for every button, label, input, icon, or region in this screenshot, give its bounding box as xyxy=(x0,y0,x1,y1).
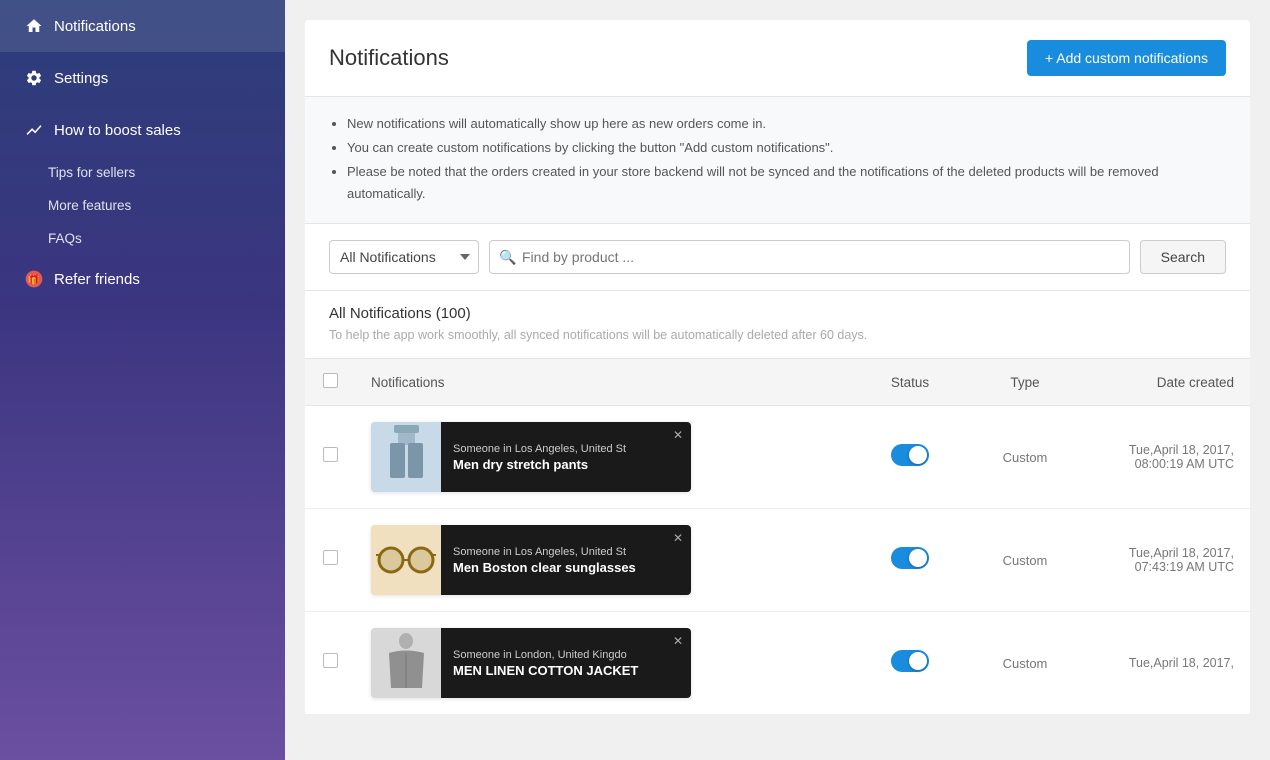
status-toggle-1[interactable] xyxy=(891,444,929,466)
row-checkbox-3-input[interactable] xyxy=(323,653,338,668)
sidebar-settings-label: Settings xyxy=(54,70,108,87)
notification-type-dropdown[interactable]: All Notifications Active Inactive Custom xyxy=(329,240,479,274)
table-row: ✕ Someone in Los Angeles, United St Men … xyxy=(305,406,1250,509)
notification-close-1[interactable]: ✕ xyxy=(673,428,683,442)
toggle-knob-3 xyxy=(909,652,927,670)
sidebar: Notifications Settings How to boost sale… xyxy=(0,0,285,760)
row-date-2: Tue,April 18, 2017,07:43:19 AM UTC xyxy=(1075,509,1250,612)
notification-product-2: Men Boston clear sunglasses xyxy=(453,560,667,575)
row-date-1: Tue,April 18, 2017,08:00:19 AM UTC xyxy=(1075,406,1250,509)
home-icon xyxy=(24,16,44,36)
filter-bar: All Notifications Active Inactive Custom… xyxy=(305,224,1250,291)
row-checkbox-1 xyxy=(305,406,355,509)
notification-image-3 xyxy=(371,628,441,698)
sidebar-sub-more[interactable]: More features xyxy=(0,189,285,222)
row-notification-2: ✕ Someone in Los Angeles, United St Men … xyxy=(355,509,845,612)
count-title: All Notifications (100) xyxy=(329,305,1226,322)
status-toggle-2[interactable] xyxy=(891,547,929,569)
notification-textbox-1: ✕ Someone in Los Angeles, United St Men … xyxy=(441,422,691,492)
sidebar-boost-label: How to boost sales xyxy=(54,122,181,139)
notification-textbox-2: ✕ Someone in Los Angeles, United St Men … xyxy=(441,525,691,595)
row-status-1 xyxy=(845,406,975,509)
row-status-3 xyxy=(845,612,975,715)
refer-label: Refer friends xyxy=(54,271,140,288)
notification-close-2[interactable]: ✕ xyxy=(673,531,683,545)
sidebar-item-boost[interactable]: How to boost sales xyxy=(0,104,285,156)
row-type-3: Custom xyxy=(975,612,1075,715)
table-header: Notifications Status Type Date created xyxy=(305,359,1250,406)
info-box: New notifications will automatically sho… xyxy=(305,96,1250,224)
notification-location-1: Someone in Los Angeles, United St xyxy=(453,443,667,455)
count-section: All Notifications (100) To help the app … xyxy=(305,291,1250,358)
select-all-checkbox[interactable] xyxy=(323,373,338,388)
toggle-knob-1 xyxy=(909,446,927,464)
row-type-2: Custom xyxy=(975,509,1075,612)
info-item-3: Please be noted that the orders created … xyxy=(347,161,1226,205)
row-type-1: Custom xyxy=(975,406,1075,509)
row-checkbox-3 xyxy=(305,612,355,715)
search-icon: 🔍 xyxy=(499,249,516,266)
table-row: ✕ Someone in London, United Kingdo MEN L… xyxy=(305,612,1250,715)
row-checkbox-2-input[interactable] xyxy=(323,550,338,565)
page-title: Notifications xyxy=(329,45,449,71)
notification-location-2: Someone in Los Angeles, United St xyxy=(453,546,667,558)
notification-image-1 xyxy=(371,422,441,492)
th-date-created: Date created xyxy=(1075,359,1250,406)
row-notification-3: ✕ Someone in London, United Kingdo MEN L… xyxy=(355,612,845,715)
notification-preview-1: ✕ Someone in Los Angeles, United St Men … xyxy=(371,422,691,492)
sidebar-notifications-label: Notifications xyxy=(54,18,136,35)
sidebar-item-notifications[interactable]: Notifications xyxy=(0,0,285,52)
chart-icon xyxy=(24,120,44,140)
sidebar-sub-tips[interactable]: Tips for sellers xyxy=(0,156,285,189)
th-type: Type xyxy=(975,359,1075,406)
row-checkbox-2 xyxy=(305,509,355,612)
status-toggle-3[interactable] xyxy=(891,650,929,672)
notification-preview-2: ✕ Someone in Los Angeles, United St Men … xyxy=(371,525,691,595)
gear-icon xyxy=(24,68,44,88)
add-custom-notifications-button[interactable]: + Add custom notifications xyxy=(1027,40,1226,76)
table-body: ✕ Someone in Los Angeles, United St Men … xyxy=(305,406,1250,715)
sync-note: To help the app work smoothly, all synce… xyxy=(329,328,1226,342)
table-row: ✕ Someone in Los Angeles, United St Men … xyxy=(305,509,1250,612)
notification-image-2 xyxy=(371,525,441,595)
th-status: Status xyxy=(845,359,975,406)
sidebar-item-settings[interactable]: Settings xyxy=(0,52,285,104)
info-item-1: New notifications will automatically sho… xyxy=(347,113,1226,135)
notification-product-1: Men dry stretch pants xyxy=(453,457,667,472)
search-wrap: 🔍 xyxy=(489,240,1130,274)
th-notifications: Notifications xyxy=(355,359,845,406)
notification-textbox-3: ✕ Someone in London, United Kingdo MEN L… xyxy=(441,628,691,698)
notifications-card: Notifications + Add custom notifications… xyxy=(305,20,1250,715)
notification-preview-3: ✕ Someone in London, United Kingdo MEN L… xyxy=(371,628,691,698)
page-header: Notifications + Add custom notifications xyxy=(305,20,1250,96)
row-date-3: Tue,April 18, 2017, xyxy=(1075,612,1250,715)
search-button[interactable]: Search xyxy=(1140,240,1226,274)
toggle-knob-2 xyxy=(909,549,927,567)
sidebar-sub-faqs[interactable]: FAQs xyxy=(0,222,285,255)
info-item-2: You can create custom notifications by c… xyxy=(347,137,1226,159)
gift-icon: 🎁 xyxy=(24,269,44,289)
row-status-2 xyxy=(845,509,975,612)
sidebar-refer-friends[interactable]: 🎁 Refer friends xyxy=(0,255,285,303)
main-content: Notifications + Add custom notifications… xyxy=(285,0,1270,760)
th-checkbox xyxy=(305,359,355,406)
row-checkbox-1-input[interactable] xyxy=(323,447,338,462)
notifications-table: Notifications Status Type Date created xyxy=(305,358,1250,715)
notification-close-3[interactable]: ✕ xyxy=(673,634,683,648)
info-list: New notifications will automatically sho… xyxy=(329,113,1226,205)
row-notification-1: ✕ Someone in Los Angeles, United St Men … xyxy=(355,406,845,509)
notification-location-3: Someone in London, United Kingdo xyxy=(453,649,667,661)
search-input[interactable] xyxy=(489,240,1130,274)
notification-product-3: MEN LINEN COTTON JACKET xyxy=(453,663,667,678)
svg-text:🎁: 🎁 xyxy=(28,272,40,285)
